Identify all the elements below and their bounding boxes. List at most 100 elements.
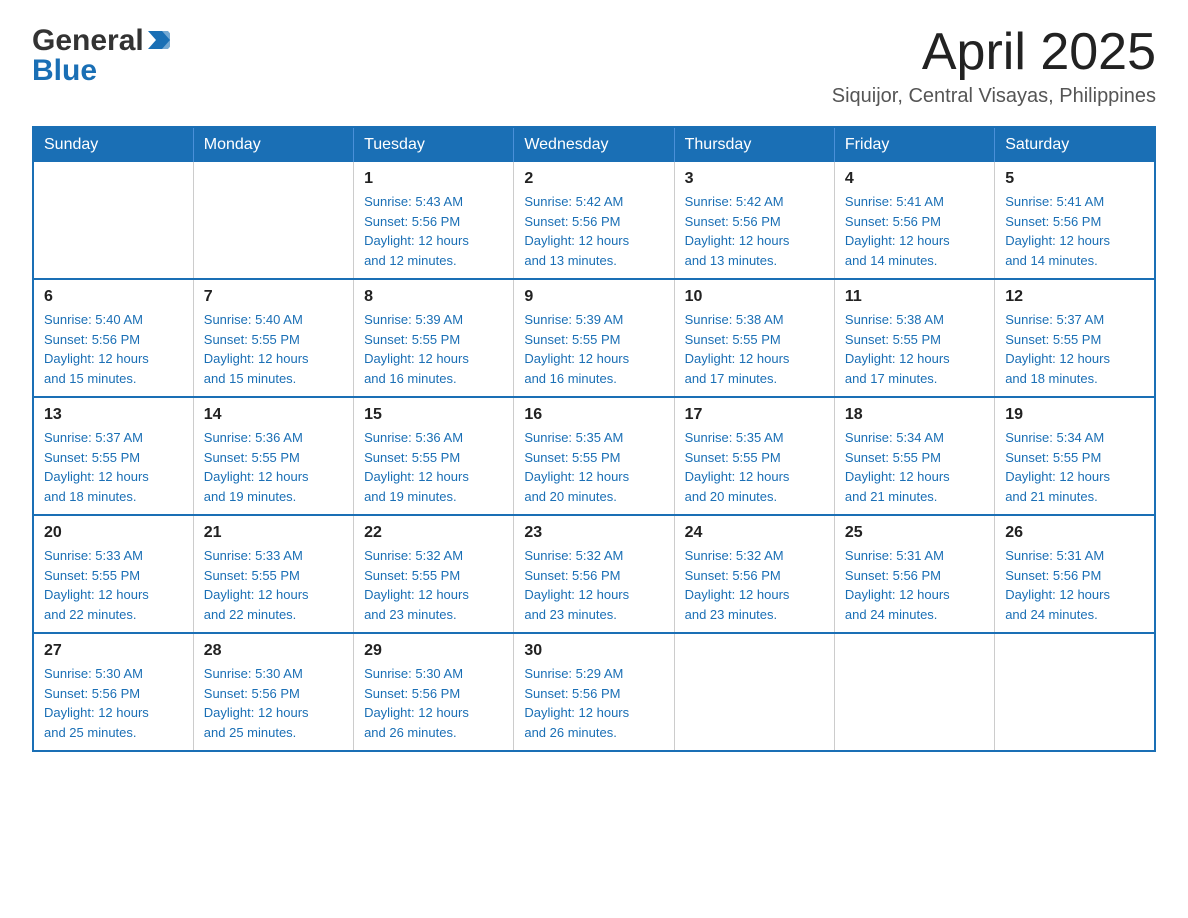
day-number: 2 — [524, 170, 663, 188]
calendar-cell — [674, 633, 834, 751]
day-info: Sunrise: 5:32 AMSunset: 5:55 PMDaylight:… — [364, 546, 503, 624]
page-title: April 2025 — [832, 24, 1156, 81]
day-info: Sunrise: 5:34 AMSunset: 5:55 PMDaylight:… — [1005, 428, 1144, 506]
day-number: 26 — [1005, 524, 1144, 542]
logo: General Blue — [32, 24, 170, 88]
calendar-cell: 15 Sunrise: 5:36 AMSunset: 5:55 PMDayligh… — [354, 397, 514, 515]
day-number: 23 — [524, 524, 663, 542]
day-info: Sunrise: 5:35 AMSunset: 5:55 PMDaylight:… — [524, 428, 663, 506]
calendar-cell: 19Sunrise: 5:34 AMSunset: 5:55 PMDayligh… — [995, 397, 1155, 515]
calendar-cell: 6 Sunrise: 5:40 AMSunset: 5:56 PMDaylight… — [33, 279, 193, 397]
day-number: 27 — [44, 642, 183, 660]
calendar-cell: 24 Sunrise: 5:32 AMSunset: 5:56 PMDayligh… — [674, 515, 834, 633]
day-info: Sunrise: 5:30 AMSunset: 5:56 PMDaylight:… — [364, 664, 503, 742]
calendar-cell: 28 Sunrise: 5:30 AMSunset: 5:56 PMDayligh… — [193, 633, 353, 751]
day-number: 28 — [204, 642, 343, 660]
day-number: 10 — [685, 288, 824, 306]
day-number: 30 — [524, 642, 663, 660]
day-info: Sunrise: 5:33 AMSunset: 5:55 PMDaylight:… — [204, 546, 343, 624]
day-info: Sunrise: 5:29 AMSunset: 5:56 PMDaylight:… — [524, 664, 663, 742]
day-info: Sunrise: 5:43 AMSunset: 5:56 PMDaylight:… — [364, 192, 503, 270]
day-info: Sunrise: 5:40 AMSunset: 5:56 PMDaylight:… — [44, 310, 183, 388]
page-header: General Blue April 2025 Siquijor, Centra… — [32, 24, 1156, 108]
calendar-cell: 3Sunrise: 5:42 AMSunset: 5:56 PMDaylight… — [674, 162, 834, 279]
day-number: 20 — [44, 524, 183, 542]
day-info: Sunrise: 5:38 AMSunset: 5:55 PMDaylight:… — [845, 310, 984, 388]
day-number: 16 — [524, 406, 663, 424]
day-info: Sunrise: 5:39 AMSunset: 5:55 PMDaylight:… — [524, 310, 663, 388]
day-info: Sunrise: 5:38 AMSunset: 5:55 PMDaylight:… — [685, 310, 824, 388]
day-number: 8 — [364, 288, 503, 306]
calendar-cell: 26 Sunrise: 5:31 AMSunset: 5:56 PMDayligh… — [995, 515, 1155, 633]
day-number: 3 — [685, 170, 824, 188]
calendar-cell: 23 Sunrise: 5:32 AMSunset: 5:56 PMDayligh… — [514, 515, 674, 633]
calendar-day-header: Saturday — [995, 127, 1155, 162]
calendar-cell: 8 Sunrise: 5:39 AMSunset: 5:55 PMDaylight… — [354, 279, 514, 397]
calendar-cell: 2 Sunrise: 5:42 AMSunset: 5:56 PMDaylight… — [514, 162, 674, 279]
calendar-cell — [834, 633, 994, 751]
day-info: Sunrise: 5:41 AMSunset: 5:56 PMDaylight:… — [1005, 192, 1144, 270]
calendar-cell — [33, 162, 193, 279]
day-number: 13 — [44, 406, 183, 424]
calendar-header-row: SundayMondayTuesdayWednesdayThursdayFrid… — [33, 127, 1155, 162]
title-area: April 2025 Siquijor, Central Visayas, Ph… — [832, 24, 1156, 108]
calendar-table: SundayMondayTuesdayWednesdayThursdayFrid… — [32, 126, 1156, 752]
day-info: Sunrise: 5:39 AMSunset: 5:55 PMDaylight:… — [364, 310, 503, 388]
day-number: 18 — [845, 406, 984, 424]
calendar-week-row: 20 Sunrise: 5:33 AMSunset: 5:55 PMDayligh… — [33, 515, 1155, 633]
day-number: 14 — [204, 406, 343, 424]
day-number: 6 — [44, 288, 183, 306]
calendar-day-header: Tuesday — [354, 127, 514, 162]
calendar-day-header: Wednesday — [514, 127, 674, 162]
day-info: Sunrise: 5:40 AMSunset: 5:55 PMDaylight:… — [204, 310, 343, 388]
day-number: 1 — [364, 170, 503, 188]
calendar-cell: 14 Sunrise: 5:36 AMSunset: 5:55 PMDayligh… — [193, 397, 353, 515]
calendar-cell: 13 Sunrise: 5:37 AMSunset: 5:55 PMDayligh… — [33, 397, 193, 515]
calendar-day-header: Thursday — [674, 127, 834, 162]
day-info: Sunrise: 5:37 AMSunset: 5:55 PMDaylight:… — [44, 428, 183, 506]
calendar-cell: 5 Sunrise: 5:41 AMSunset: 5:56 PMDaylight… — [995, 162, 1155, 279]
day-number: 12 — [1005, 288, 1144, 306]
day-number: 24 — [685, 524, 824, 542]
calendar-cell: 9 Sunrise: 5:39 AMSunset: 5:55 PMDaylight… — [514, 279, 674, 397]
day-number: 5 — [1005, 170, 1144, 188]
page-subtitle: Siquijor, Central Visayas, Philippines — [832, 85, 1156, 108]
day-info: Sunrise: 5:36 AMSunset: 5:55 PMDaylight:… — [204, 428, 343, 506]
calendar-cell: 1 Sunrise: 5:43 AMSunset: 5:56 PMDaylight… — [354, 162, 514, 279]
day-number: 4 — [845, 170, 984, 188]
day-info: Sunrise: 5:30 AMSunset: 5:56 PMDaylight:… — [204, 664, 343, 742]
calendar-cell: 22Sunrise: 5:32 AMSunset: 5:55 PMDayligh… — [354, 515, 514, 633]
calendar-cell: 30 Sunrise: 5:29 AMSunset: 5:56 PMDayligh… — [514, 633, 674, 751]
day-number: 29 — [364, 642, 503, 660]
day-info: Sunrise: 5:35 AMSunset: 5:55 PMDaylight:… — [685, 428, 824, 506]
day-number: 7 — [204, 288, 343, 306]
logo-arrow-icon — [148, 31, 170, 49]
day-info: Sunrise: 5:32 AMSunset: 5:56 PMDaylight:… — [524, 546, 663, 624]
calendar-cell: 16 Sunrise: 5:35 AMSunset: 5:55 PMDayligh… — [514, 397, 674, 515]
day-info: Sunrise: 5:31 AMSunset: 5:56 PMDaylight:… — [1005, 546, 1144, 624]
calendar-cell: 20Sunrise: 5:33 AMSunset: 5:55 PMDayligh… — [33, 515, 193, 633]
calendar-cell: 11 Sunrise: 5:38 AMSunset: 5:55 PMDayligh… — [834, 279, 994, 397]
day-number: 9 — [524, 288, 663, 306]
calendar-cell: 17Sunrise: 5:35 AMSunset: 5:55 PMDayligh… — [674, 397, 834, 515]
day-number: 15 — [364, 406, 503, 424]
calendar-day-header: Monday — [193, 127, 353, 162]
day-number: 25 — [845, 524, 984, 542]
logo-blue-text: Blue — [32, 54, 97, 88]
calendar-cell: 7 Sunrise: 5:40 AMSunset: 5:55 PMDaylight… — [193, 279, 353, 397]
day-number: 11 — [845, 288, 984, 306]
calendar-cell: 25Sunrise: 5:31 AMSunset: 5:56 PMDayligh… — [834, 515, 994, 633]
day-info: Sunrise: 5:36 AMSunset: 5:55 PMDaylight:… — [364, 428, 503, 506]
day-info: Sunrise: 5:32 AMSunset: 5:56 PMDaylight:… — [685, 546, 824, 624]
calendar-cell: 29 Sunrise: 5:30 AMSunset: 5:56 PMDayligh… — [354, 633, 514, 751]
calendar-week-row: 1 Sunrise: 5:43 AMSunset: 5:56 PMDaylight… — [33, 162, 1155, 279]
calendar-cell: 27Sunrise: 5:30 AMSunset: 5:56 PMDayligh… — [33, 633, 193, 751]
day-info: Sunrise: 5:42 AMSunset: 5:56 PMDaylight:… — [524, 192, 663, 270]
calendar-cell: 21 Sunrise: 5:33 AMSunset: 5:55 PMDayligh… — [193, 515, 353, 633]
calendar-cell — [995, 633, 1155, 751]
day-number: 21 — [204, 524, 343, 542]
calendar-week-row: 6 Sunrise: 5:40 AMSunset: 5:56 PMDaylight… — [33, 279, 1155, 397]
calendar-cell: 12 Sunrise: 5:37 AMSunset: 5:55 PMDayligh… — [995, 279, 1155, 397]
calendar-day-header: Sunday — [33, 127, 193, 162]
day-info: Sunrise: 5:37 AMSunset: 5:55 PMDaylight:… — [1005, 310, 1144, 388]
